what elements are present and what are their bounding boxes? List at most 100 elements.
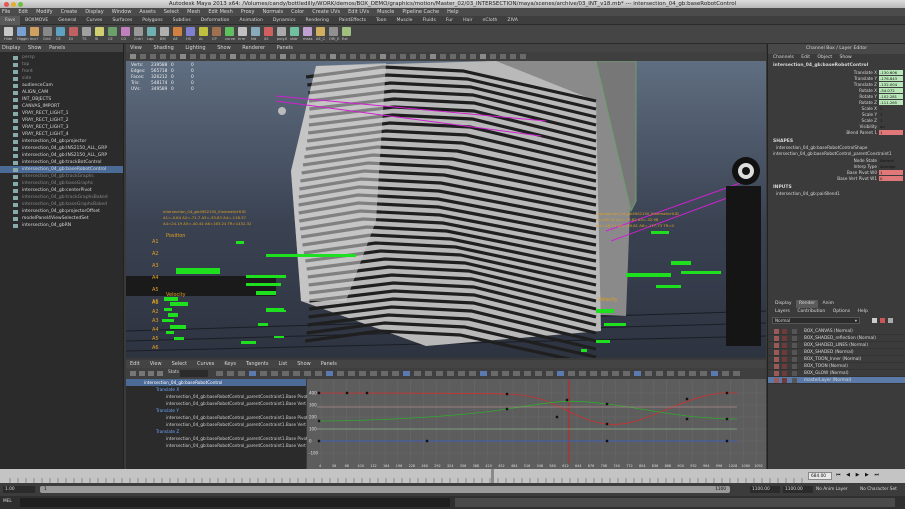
shelf-tool-ae-icon[interactable] xyxy=(173,27,182,36)
graph-tool-icon[interactable] xyxy=(148,371,154,376)
layer-visibility-icon[interactable] xyxy=(774,364,779,369)
shelf-tab-boxmove[interactable]: BOXMOVE xyxy=(20,16,53,25)
keyframe[interactable] xyxy=(317,391,321,395)
menu-edit[interactable]: Edit xyxy=(18,9,28,15)
layer-visibility-icon[interactable] xyxy=(774,336,779,341)
viewport-tool-icon[interactable] xyxy=(210,54,216,59)
graph-tool-icon[interactable] xyxy=(535,371,542,376)
viewport-tool-icon[interactable] xyxy=(380,54,386,59)
graph-tool-icon[interactable] xyxy=(304,371,311,376)
outliner-item[interactable]: VRAY_RECT_LIGHT_1 xyxy=(0,110,123,117)
graph-tool-icon[interactable] xyxy=(590,371,597,376)
shelf-tool-cp-icon[interactable] xyxy=(212,27,221,36)
graph-tool-icon[interactable] xyxy=(579,371,586,376)
input-item[interactable]: intersection_04_gb:pairBlend1 xyxy=(768,191,905,197)
graph-outline-item[interactable]: Translate Y xyxy=(126,407,306,414)
close-window-icon[interactable] xyxy=(4,1,9,7)
shelf-tool-curve-icon[interactable] xyxy=(225,27,234,36)
graph-tool-icon[interactable] xyxy=(513,371,520,376)
keyframe[interactable] xyxy=(605,402,609,406)
channel-value[interactable]: -102.281 xyxy=(879,93,903,99)
shelf-tool-shdr-icon[interactable] xyxy=(290,27,299,36)
graph-tool-icon[interactable] xyxy=(157,371,163,376)
menu-assets[interactable]: Assets xyxy=(139,9,155,15)
shelf-tab-painteffects[interactable]: PaintEffects xyxy=(334,16,371,25)
render-layer-row[interactable]: BOX_GLOW (Normal) xyxy=(768,370,905,377)
shelf-tool-ai-icon[interactable] xyxy=(199,27,208,36)
shelf-tool-ce-icon[interactable] xyxy=(108,27,117,36)
viewport-menu-panels[interactable]: Panels xyxy=(277,45,293,51)
time-slider-handle[interactable] xyxy=(491,469,494,483)
graph-tool-icon[interactable] xyxy=(656,371,663,376)
outliner-item[interactable]: intersection_04_gb:trackBotControl xyxy=(0,159,123,166)
shelf-tab-favs[interactable]: Favs xyxy=(0,16,21,25)
layer-visibility-icon[interactable] xyxy=(774,378,779,383)
channel-value[interactable]: -176.843 xyxy=(879,75,903,81)
graph-outline-item[interactable]: Translate Z xyxy=(126,428,306,435)
outliner-item[interactable]: intersection_04_gb:centerPivot xyxy=(0,187,123,194)
shelf-tool-incrl-icon[interactable] xyxy=(30,27,39,36)
channel-value[interactable]: 1 xyxy=(879,112,903,117)
go-to-start-icon[interactable]: ⏮ xyxy=(836,472,843,478)
graph-tool-icon[interactable] xyxy=(524,371,531,376)
menu-color[interactable]: Color xyxy=(291,9,304,15)
viewport-tool-icon[interactable] xyxy=(350,54,356,59)
graph-outline-item[interactable]: intersection_04_gb:baseRobotControl_pare… xyxy=(126,435,316,442)
graph-outline-item[interactable]: intersection_04_gb:baseRobotControl_pare… xyxy=(126,442,326,449)
graph-tool-icon[interactable] xyxy=(271,371,278,376)
outliner-item[interactable]: VRAY_RECT_LIGHT_4 xyxy=(0,131,123,138)
channel-value[interactable]: 1 xyxy=(879,129,903,135)
menu-create[interactable]: Create xyxy=(61,9,78,15)
graph-outline-item[interactable]: intersection_04_gb:baseRobotControl_pare… xyxy=(126,414,316,421)
shelf-tool-mass-icon[interactable] xyxy=(303,27,312,36)
layer-render-icon[interactable] xyxy=(782,364,787,369)
menu-mesh[interactable]: Mesh xyxy=(187,9,200,15)
layer-color-icon[interactable] xyxy=(792,371,797,376)
graph-tool-icon[interactable] xyxy=(436,371,443,376)
layer-color-icon[interactable] xyxy=(792,364,797,369)
viewport-tool-icon[interactable] xyxy=(320,54,326,59)
viewport-tool-icon[interactable] xyxy=(450,54,456,59)
channel-value[interactable]: -132.004 xyxy=(879,81,903,87)
viewport-tool-icon[interactable] xyxy=(180,54,186,59)
graph-menu-view[interactable]: View xyxy=(150,361,162,367)
layer-visibility-icon[interactable] xyxy=(774,350,779,355)
viewport-tool-icon[interactable] xyxy=(270,54,276,59)
render-layer-row[interactable]: BOX_TOON_Inner (Normal) xyxy=(768,356,905,363)
render-layer-row[interactable]: BOX_TOON (Normal) xyxy=(768,363,905,370)
keyframe[interactable] xyxy=(725,439,729,443)
graph-tool-icon[interactable] xyxy=(130,371,136,376)
graph-menu-edit[interactable]: Edit xyxy=(130,361,140,367)
range-slider-bar[interactable]: 1 1100 xyxy=(40,486,730,493)
graph-tool-icon[interactable] xyxy=(722,371,729,376)
channel-value[interactable]: 1 xyxy=(879,106,903,111)
keyframe[interactable] xyxy=(565,398,569,402)
keyframe[interactable] xyxy=(505,392,509,396)
viewport-menu-show[interactable]: Show xyxy=(217,45,231,51)
viewport-tool-icon[interactable] xyxy=(370,54,376,59)
channel-menu-edit[interactable]: Edit xyxy=(801,55,810,60)
graph-tool-icon[interactable] xyxy=(293,371,300,376)
outliner-item[interactable]: top xyxy=(0,61,123,68)
outliner-item[interactable]: CANVAS_IMPORT xyxy=(0,103,123,110)
shelf-tab-subdivs[interactable]: Subdivs xyxy=(168,16,196,25)
viewport-tool-icon[interactable] xyxy=(480,54,486,59)
time-slider[interactable]: 684.00 ⏮ ◀ ▶ ▶ ⏭ xyxy=(0,469,905,483)
shelf-tab-fur[interactable]: Fur xyxy=(441,16,458,25)
layer-render-icon[interactable] xyxy=(782,336,787,341)
viewport-tool-icon[interactable] xyxy=(290,54,296,59)
graph-tool-icon[interactable] xyxy=(249,371,256,376)
outliner-menu-panels[interactable]: Panels xyxy=(49,45,65,51)
graph-tool-icon[interactable] xyxy=(612,371,619,376)
graph-menu-select[interactable]: Select xyxy=(172,361,187,367)
layer-render-icon[interactable] xyxy=(782,343,787,348)
menu-edit-uvs[interactable]: Edit UVs xyxy=(348,9,369,15)
viewport-tool-icon[interactable] xyxy=(240,54,246,59)
viewport-tool-icon[interactable] xyxy=(460,54,466,59)
layer-color-icon[interactable] xyxy=(792,336,797,341)
keyframe[interactable] xyxy=(555,415,559,419)
layer-menu-layers[interactable]: Layers xyxy=(772,308,793,316)
outliner-item[interactable]: intersection_04_gb:trackGraphsBaked xyxy=(0,194,123,201)
graph-menu-list[interactable]: List xyxy=(278,361,287,367)
shelf-tab-muscle[interactable]: Muscle xyxy=(392,16,418,25)
